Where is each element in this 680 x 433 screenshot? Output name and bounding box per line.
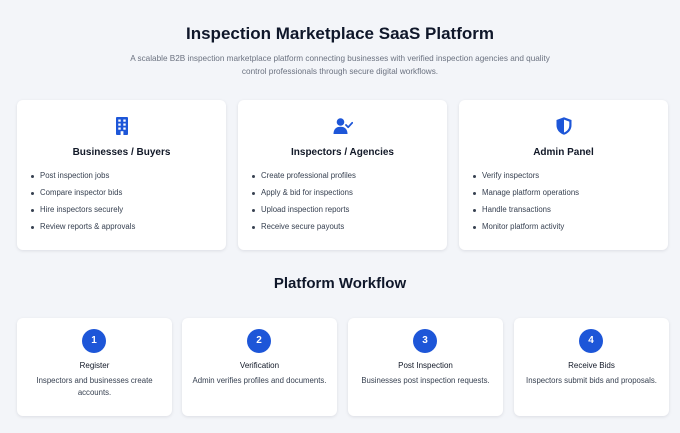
list-item: Review reports & approvals — [31, 221, 135, 238]
step-title: Post Inspection — [398, 361, 453, 370]
list-item: Receive secure payouts — [252, 221, 356, 238]
step-title: Register — [79, 361, 110, 370]
building-icon — [17, 116, 226, 136]
user-check-icon — [238, 116, 447, 136]
role-title: Businesses / Buyers — [72, 147, 171, 158]
step-number-badge: 4 — [579, 329, 603, 353]
step-number-badge: 2 — [247, 329, 271, 353]
shield-icon — [459, 116, 668, 136]
role-card-businesses: Businesses / Buyers Post inspection jobs… — [17, 100, 226, 250]
step-description: Inspectors submit bids and proposals. — [526, 376, 657, 385]
list-item: Create professional profiles — [252, 170, 356, 187]
role-card-inspectors: Inspectors / Agencies Create professiona… — [238, 100, 447, 250]
role-title: Admin Panel — [533, 147, 594, 158]
page-subtitle: A scalable B2B inspection marketplace pl… — [130, 54, 550, 76]
list-item: Apply & bid for inspections — [252, 187, 356, 204]
step-description: Admin verifies profiles and documents. — [192, 376, 327, 385]
role-feature-list: Post inspection jobs Compare inspector b… — [31, 170, 135, 238]
workflow-step-register: 1 Register Inspectors and businesses cre… — [17, 318, 172, 416]
step-number-badge: 3 — [413, 329, 437, 353]
list-item: Upload inspection reports — [252, 204, 356, 221]
list-item: Hire inspectors securely — [31, 204, 135, 221]
workflow-title: Platform Workflow — [273, 275, 407, 292]
step-title: Receive Bids — [568, 361, 615, 370]
list-item: Manage platform operations — [473, 187, 579, 204]
role-feature-list: Create professional profiles Apply & bid… — [252, 170, 356, 238]
role-title: Inspectors / Agencies — [291, 147, 394, 158]
list-item: Monitor platform activity — [473, 221, 579, 238]
workflow-step-receive-bids: 4 Receive Bids Inspectors submit bids an… — [514, 318, 669, 416]
step-title: Verification — [239, 361, 280, 370]
workflow-step-verification: 2 Verification Admin verifies profiles a… — [182, 318, 337, 416]
list-item: Handle transactions — [473, 204, 579, 221]
list-item: Compare inspector bids — [31, 187, 135, 204]
step-description: Inspectors and businesses create account… — [36, 376, 153, 397]
page-title: Inspection Marketplace SaaS Platform — [186, 24, 494, 43]
step-description: Businesses post inspection requests. — [361, 376, 490, 385]
step-number-badge: 1 — [82, 329, 106, 353]
role-card-admin: Admin Panel Verify inspectors Manage pla… — [459, 100, 668, 250]
list-item: Post inspection jobs — [31, 170, 135, 187]
role-feature-list: Verify inspectors Manage platform operat… — [473, 170, 579, 238]
workflow-step-post-inspection: 3 Post Inspection Businesses post inspec… — [348, 318, 503, 416]
list-item: Verify inspectors — [473, 170, 579, 187]
